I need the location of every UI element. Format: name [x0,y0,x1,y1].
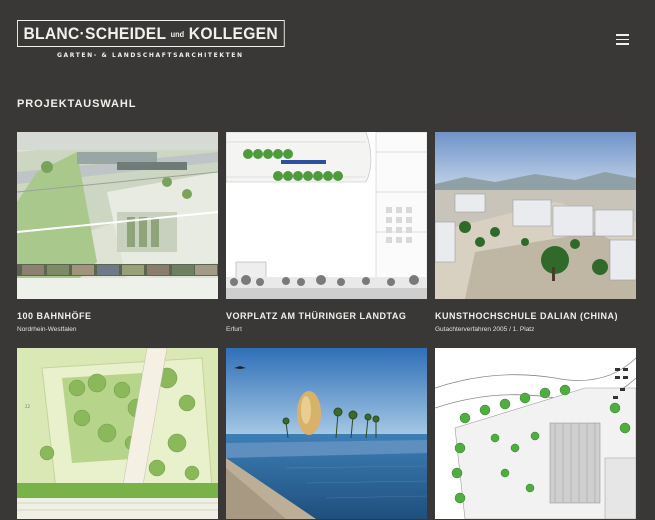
section-title: PROJEKTAUSWAHL [17,98,137,110]
project-subtitle: Erfurt [226,326,242,333]
project-card-vorplatz-landtag[interactable]: VORPLATZ AM THÜRINGER LANDTAG Erfurt [226,132,427,334]
logo-text-blanc-scheidel: BLANC·SCHEIDEL [23,24,167,43]
project-title[interactable]: 100 BAHNHÖFE [17,310,218,322]
project-title[interactable]: VORPLATZ AM THÜRINGER LANDTAG [226,310,427,322]
logo-wordmark: BLANC·SCHEIDEL und KOLLEGEN [17,20,285,47]
project-card-5[interactable] [226,348,427,520]
project-image-kunsthochschule-dalian[interactable] [435,132,636,299]
project-image-100-bahnhoefe[interactable] [17,132,218,299]
hamburger-menu-icon[interactable] [616,34,629,45]
project-title[interactable]: KUNSTHOCHSCHULE DALIAN (CHINA) [435,310,636,322]
logo[interactable]: BLANC·SCHEIDEL und KOLLEGEN GARTEN- & LA… [17,20,308,59]
logo-text-kollegen: KOLLEGEN [188,24,278,43]
svg-text:22: 22 [25,404,31,409]
project-image-4[interactable]: 22 [17,348,218,519]
project-card-6[interactable] [435,348,636,520]
project-subtitle: Nordrhein-Westfalen [17,326,77,333]
project-grid: 100 BAHNHÖFE Nordrhein-Westfalen VORPLAT… [17,132,636,520]
project-card-kunsthochschule-dalian[interactable]: KUNSTHOCHSCHULE DALIAN (CHINA) Gutachter… [435,132,636,334]
project-image-vorplatz-landtag[interactable] [226,132,427,299]
logo-text-und: und [170,30,185,39]
logo-subtitle: GARTEN- & LANDSCHAFTSARCHITEKTEN [57,52,244,59]
project-image-5[interactable] [226,348,427,519]
project-subtitle: Gutachterverfahren 2005 / 1. Platz [435,326,535,333]
project-card-100-bahnhoefe[interactable]: 100 BAHNHÖFE Nordrhein-Westfalen [17,132,218,334]
project-image-6[interactable] [435,348,636,519]
project-card-4[interactable]: 22 [17,348,218,520]
